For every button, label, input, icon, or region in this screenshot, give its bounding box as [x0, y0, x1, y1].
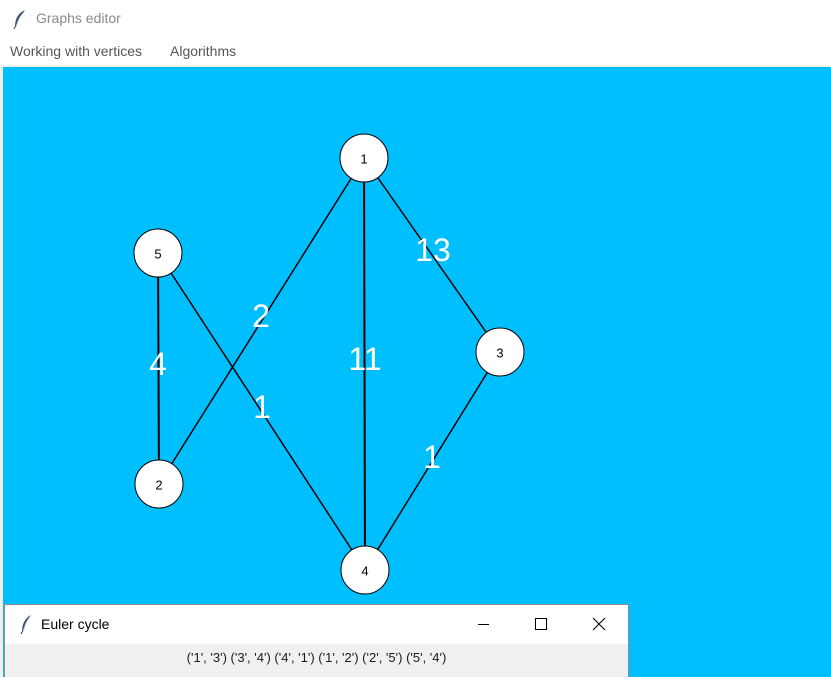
graph-vertex-2[interactable]: 2	[134, 459, 184, 509]
close-button[interactable]	[576, 605, 622, 644]
graph-vertex-5[interactable]: 5	[133, 228, 183, 278]
edge-weight-1-3: 13	[415, 232, 451, 268]
graphs-editor-window: Graphs editor Working with vertices Algo…	[0, 0, 831, 677]
menu-working-with-vertices[interactable]: Working with vertices	[10, 43, 142, 59]
graph-drawing[interactable]: 13112411 12345	[3, 67, 831, 677]
menu-algorithms[interactable]: Algorithms	[170, 43, 236, 59]
graph-vertex-4[interactable]: 4	[340, 545, 390, 595]
edge-weight-5-4: 1	[253, 389, 271, 425]
edge-weight-3-4: 1	[423, 439, 441, 475]
vertex-label: 1	[360, 152, 367, 167]
dialog-title: Euler cycle	[41, 616, 110, 632]
vertex-label: 4	[361, 564, 368, 579]
window-title: Graphs editor	[36, 10, 121, 26]
euler-cycle-result: ('1', '3') ('3', '4') ('4', '1') ('1', '…	[186, 650, 447, 665]
dialog-title-bar[interactable]: Euler cycle	[5, 605, 628, 644]
dialog-body: ('1', '3') ('3', '4') ('4', '1') ('1', '…	[5, 644, 628, 677]
edge-weight-1-2: 2	[252, 298, 270, 334]
euler-cycle-dialog: Euler cycle ('1', '3') ('3', '4') ('4', …	[4, 604, 629, 677]
feather-icon	[13, 10, 25, 29]
minimize-button[interactable]	[460, 605, 506, 644]
maximize-button[interactable]	[518, 605, 564, 644]
vertex-label: 3	[496, 346, 503, 361]
title-bar: Graphs editor	[0, 0, 831, 38]
edge-weight-5-2: 4	[149, 346, 167, 382]
minimize-icon	[478, 624, 489, 625]
maximize-icon	[535, 618, 547, 630]
graph-canvas[interactable]: 13 11 2 4 1 1 12345	[3, 67, 831, 677]
edge-weight-1-4: 11	[348, 341, 381, 377]
graph-vertex-3[interactable]: 3	[475, 327, 525, 377]
canvas-background[interactable]	[3, 67, 831, 677]
menu-bar: Working with vertices Algorithms	[0, 38, 831, 65]
feather-icon	[20, 615, 31, 634]
close-icon	[592, 617, 606, 631]
graph-vertex-1[interactable]: 1	[339, 133, 389, 183]
vertex-label: 5	[154, 247, 161, 262]
vertex-label: 2	[155, 478, 162, 493]
